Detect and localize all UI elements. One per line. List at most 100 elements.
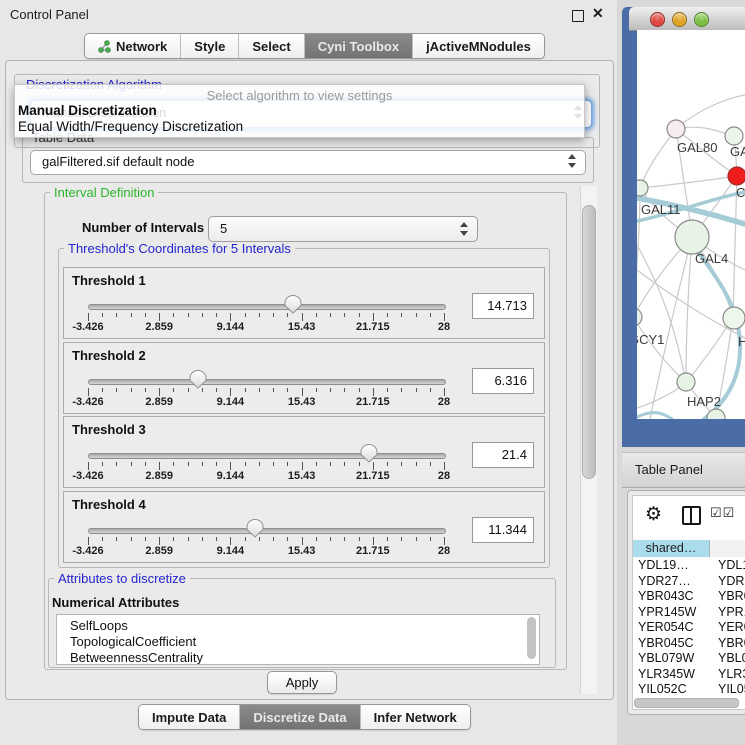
table-cell: YBR043C — [638, 589, 694, 605]
network-node-hap2[interactable] — [677, 373, 695, 391]
tab-jactivemnodules[interactable]: jActiveMNodules — [412, 34, 544, 58]
attribute-item[interactable]: BetweennessCentrality — [57, 650, 539, 665]
network-node-gal80[interactable] — [667, 120, 685, 138]
network-node-h[interactable] — [723, 307, 745, 329]
bottom-tab-infer-network[interactable]: Infer Network — [360, 705, 470, 729]
gear-icon[interactable]: ⚙ — [645, 503, 662, 526]
float-panel-icon[interactable] — [572, 10, 584, 22]
threshold-1-panel: Threshold 1-3.4262.8599.14415.4321.71528… — [63, 267, 545, 339]
table-row[interactable]: YBR045CYBR04 — [633, 636, 745, 652]
network-node-c[interactable] — [728, 167, 745, 185]
apply-button[interactable]: Apply — [267, 671, 337, 694]
list-scrollbar-thumb[interactable] — [527, 617, 536, 659]
table-panel-title: Table Panel — [635, 462, 703, 477]
close-icon[interactable]: ✕ — [592, 5, 604, 22]
popup-option-equal-width[interactable]: Equal Width/Frequency Discretization — [18, 119, 243, 134]
tick-mark — [116, 388, 117, 392]
tick-mark — [373, 388, 374, 396]
threshold-value-field[interactable]: 14.713 — [472, 293, 534, 319]
slider-thumb[interactable] — [189, 370, 207, 389]
table-row[interactable]: YBL079W YBL07 — [633, 651, 745, 667]
table-row[interactable]: YPR145WYPR14 — [633, 605, 745, 621]
tick-mark — [173, 388, 174, 392]
tick-mark — [316, 388, 317, 392]
threshold-value-field[interactable]: 21.4 — [472, 442, 534, 468]
slider-track[interactable] — [88, 453, 446, 459]
node-label: C — [736, 185, 745, 200]
network-canvas[interactable]: GAL80GACGAL11GAL4GCY1HHAP2 — [637, 30, 745, 419]
table-row[interactable]: YLR345WYLR34 — [633, 667, 745, 683]
table-data-combo-value: galFiltered.sif default node — [42, 154, 194, 169]
tick-mark — [230, 313, 231, 321]
bottom-tab-discretize-data[interactable]: Discretize Data — [239, 705, 359, 729]
table-row[interactable]: YIL052CYIL05 — [633, 682, 745, 696]
tick-mark — [387, 462, 388, 466]
close-traffic-light[interactable] — [650, 12, 665, 27]
network-node-gal4[interactable] — [675, 220, 709, 254]
number-of-intervals-spinner[interactable]: 5 — [208, 216, 478, 242]
checkbox-icons[interactable]: ☑☑ — [710, 505, 735, 521]
table-cell: YBL07 — [718, 651, 745, 667]
tick-label: 9.144 — [217, 545, 245, 557]
zoom-traffic-light[interactable] — [694, 12, 709, 27]
minimize-traffic-light[interactable] — [672, 12, 687, 27]
network-window-titlebar[interactable] — [629, 7, 745, 31]
table-header-cell[interactable]: na — [710, 540, 745, 557]
node-label: GAL80 — [677, 140, 717, 155]
table-row[interactable]: YDL19…YDL19 — [633, 558, 745, 574]
tick-mark — [259, 313, 260, 317]
tick-mark — [430, 388, 431, 392]
table-cell: YBL079W — [638, 651, 694, 667]
column-split-icon[interactable] — [682, 506, 701, 525]
tab-cyni-toolbox[interactable]: Cyni Toolbox — [304, 34, 412, 58]
tick-mark — [102, 388, 103, 392]
slider-track[interactable] — [88, 528, 446, 534]
tick-mark — [373, 462, 374, 470]
table-row[interactable]: YER054CYER05 — [633, 620, 745, 636]
bottom-tab-impute-data[interactable]: Impute Data — [139, 705, 239, 729]
network-node-gcy1[interactable] — [637, 308, 642, 326]
horizontal-scrollbar-thumb[interactable] — [634, 698, 739, 708]
table-header-cell[interactable]: shared… — [633, 540, 710, 557]
tick-mark — [145, 537, 146, 541]
tick-mark — [159, 537, 160, 545]
slider-thumb[interactable] — [360, 444, 378, 463]
table-cell: YLR34 — [718, 667, 745, 683]
tab-select[interactable]: Select — [238, 34, 303, 58]
threshold-3-panel: Threshold 3-3.4262.8599.14415.4321.71528… — [63, 416, 545, 488]
table-cell: YDL19 — [718, 558, 745, 574]
network-edge — [640, 129, 676, 188]
numerical-attributes-list[interactable]: SelfLoopsTopologicalCoefficientBetweenne… — [56, 614, 540, 665]
attribute-item[interactable]: SelfLoops — [57, 615, 539, 634]
slider-track[interactable] — [88, 379, 446, 385]
network-node-gal11[interactable] — [637, 180, 648, 196]
thresholds-group: Threshold 1-3.4262.8599.14415.4321.71528… — [58, 248, 550, 568]
tick-mark — [444, 388, 445, 396]
tab-network[interactable]: Network — [85, 34, 180, 58]
popup-option-manual[interactable]: Manual Discretization — [18, 103, 157, 118]
tab-label: Network — [116, 39, 167, 54]
tick-label: 2.859 — [145, 470, 173, 482]
slider-thumb[interactable] — [284, 295, 302, 314]
tick-mark — [373, 313, 374, 321]
node-label: HAP2 — [687, 394, 721, 409]
table-data-combo[interactable]: galFiltered.sif default node — [30, 150, 586, 175]
tick-mark — [287, 462, 288, 466]
tick-mark — [188, 462, 189, 466]
scrollbar-thumb[interactable] — [582, 205, 596, 479]
threshold-value-field[interactable]: 11.344 — [472, 517, 534, 543]
threshold-value-field[interactable]: 6.316 — [472, 368, 534, 394]
table-row[interactable]: YDR27…YDR27 — [633, 574, 745, 590]
threshold-label: Threshold 3 — [72, 422, 146, 437]
slider-track[interactable] — [88, 304, 446, 310]
attribute-item[interactable]: TopologicalCoefficient — [57, 634, 539, 650]
table-row[interactable]: YBR043CYBR04 — [633, 589, 745, 605]
tick-mark — [416, 537, 417, 541]
tick-mark — [230, 537, 231, 545]
tick-mark — [102, 462, 103, 466]
tab-label: Select — [252, 39, 290, 54]
slider-thumb[interactable] — [246, 519, 264, 538]
tab-style[interactable]: Style — [180, 34, 238, 58]
network-node-ga[interactable] — [725, 127, 743, 145]
tick-mark — [173, 313, 174, 317]
